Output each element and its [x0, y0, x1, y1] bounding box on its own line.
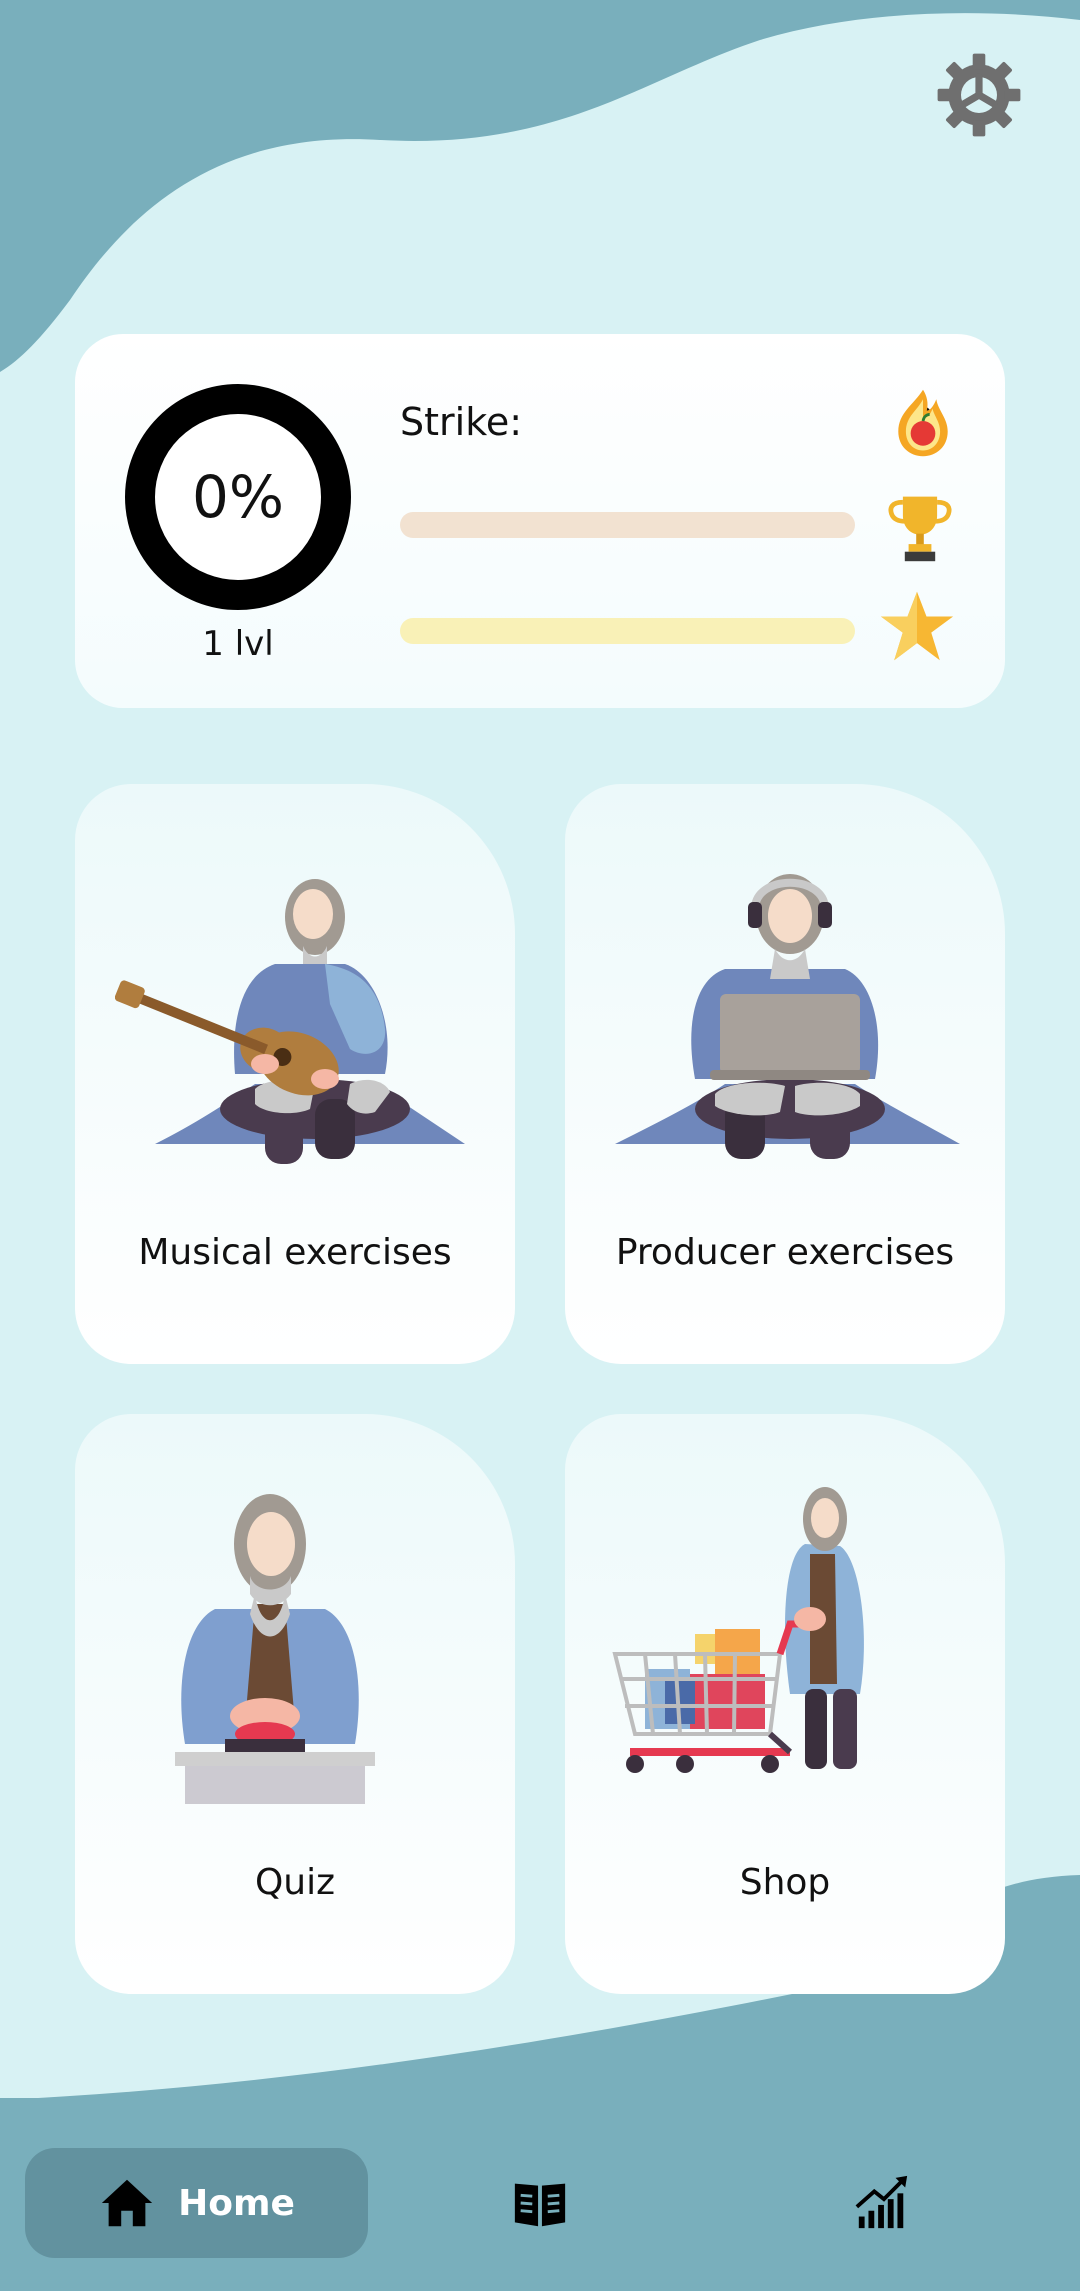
bottom-navigation: Home [0, 2098, 1080, 2291]
tile-label: Quiz [254, 1862, 336, 1903]
tile-producer-exercises[interactable]: Producer exercises [565, 784, 1005, 1364]
progress-bar-trophy [400, 512, 855, 538]
progress-bar-star [400, 618, 855, 644]
tile-label: Shop [739, 1862, 831, 1903]
level-label: 1 lvl [202, 624, 274, 664]
guitarist-illustration [115, 879, 465, 1164]
settings-gear-icon[interactable] [934, 50, 1024, 140]
nav-home-label: Home [178, 2182, 295, 2224]
tile-label: Producer exercises [615, 1232, 955, 1273]
tile-shop[interactable]: Shop [565, 1414, 1005, 1994]
nav-home-button[interactable]: Home [25, 2148, 368, 2258]
producer-laptop-illustration [615, 874, 960, 1159]
tile-musical-exercises[interactable]: Musical exercises [75, 784, 515, 1364]
strike-label: Strike: [400, 400, 523, 444]
shopping-cart-illustration [612, 1487, 864, 1773]
home-icon [101, 2179, 153, 2227]
tile-quiz[interactable]: Quiz [75, 1414, 515, 1994]
stats-card: 0% 1 lvl Strike: 0 [75, 334, 1005, 708]
fire-apple-icon [898, 389, 948, 457]
stats-chart-icon[interactable] [853, 2174, 911, 2232]
quiz-buzzer-illustration [175, 1494, 375, 1804]
progress-percent: 0% [191, 463, 284, 531]
tile-label: Musical exercises [138, 1232, 452, 1273]
book-icon[interactable] [511, 2174, 569, 2232]
star-icon [880, 591, 954, 661]
trophy-icon [888, 496, 952, 562]
progress-ring: 0% [125, 384, 351, 610]
